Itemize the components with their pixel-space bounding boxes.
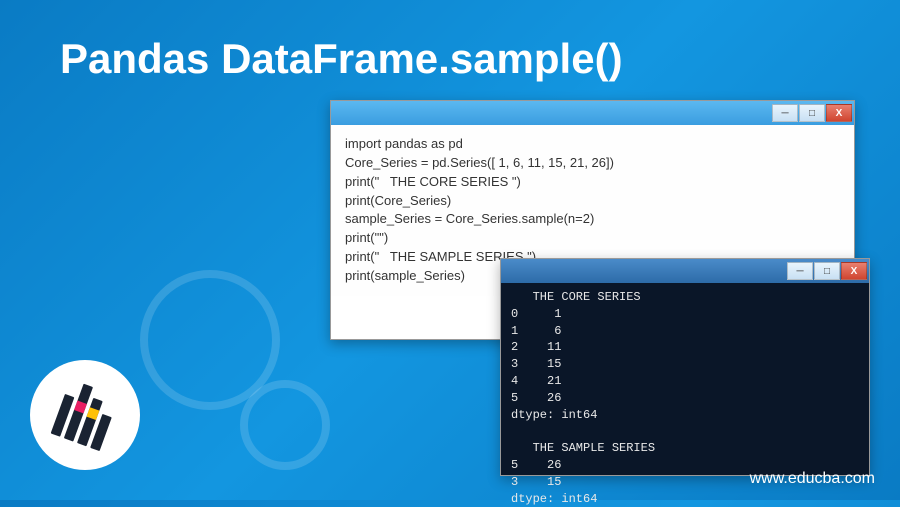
console-row: 4 21: [511, 374, 561, 388]
maximize-button[interactable]: □: [814, 262, 840, 280]
code-line: Core_Series = pd.Series([ 1, 6, 11, 15, …: [345, 154, 840, 173]
window-titlebar: ─ □ X: [331, 101, 854, 125]
window-titlebar: ─ □ X: [501, 259, 869, 283]
console-row: 1 6: [511, 324, 561, 338]
console-dtype: dtype: int64: [511, 492, 597, 506]
maximize-button[interactable]: □: [799, 104, 825, 122]
close-button[interactable]: X: [826, 104, 852, 122]
minimize-button[interactable]: ─: [787, 262, 813, 280]
console-row: 2 11: [511, 340, 561, 354]
console-row: 0 1: [511, 307, 561, 321]
console-dtype: dtype: int64: [511, 408, 597, 422]
code-line: import pandas as pd: [345, 135, 840, 154]
console-header: THE SAMPLE SERIES: [511, 441, 662, 455]
website-url: www.educba.com: [750, 470, 875, 488]
educba-logo: [30, 360, 140, 470]
console-row: 3 15: [511, 475, 561, 489]
code-line: print(" THE CORE SERIES "): [345, 173, 840, 192]
minimize-button[interactable]: ─: [772, 104, 798, 122]
logo-bars-icon: [51, 379, 120, 451]
close-button[interactable]: X: [841, 262, 867, 280]
console-row: 5 26: [511, 391, 561, 405]
code-line: sample_Series = Core_Series.sample(n=2): [345, 210, 840, 229]
code-line: print(Core_Series): [345, 192, 840, 211]
console-row: 5 26: [511, 458, 561, 472]
page-title: Pandas DataFrame.sample(): [0, 0, 900, 83]
console-output-window: ─ □ X THE CORE SERIES 0 1 1 6 2 11 3 15 …: [500, 258, 870, 476]
background-gear-icon: [240, 380, 330, 470]
console-header: THE CORE SERIES: [511, 290, 648, 304]
console-row: 3 15: [511, 357, 561, 371]
code-line: print(""): [345, 229, 840, 248]
console-body: THE CORE SERIES 0 1 1 6 2 11 3 15 4 21 5…: [501, 283, 869, 475]
